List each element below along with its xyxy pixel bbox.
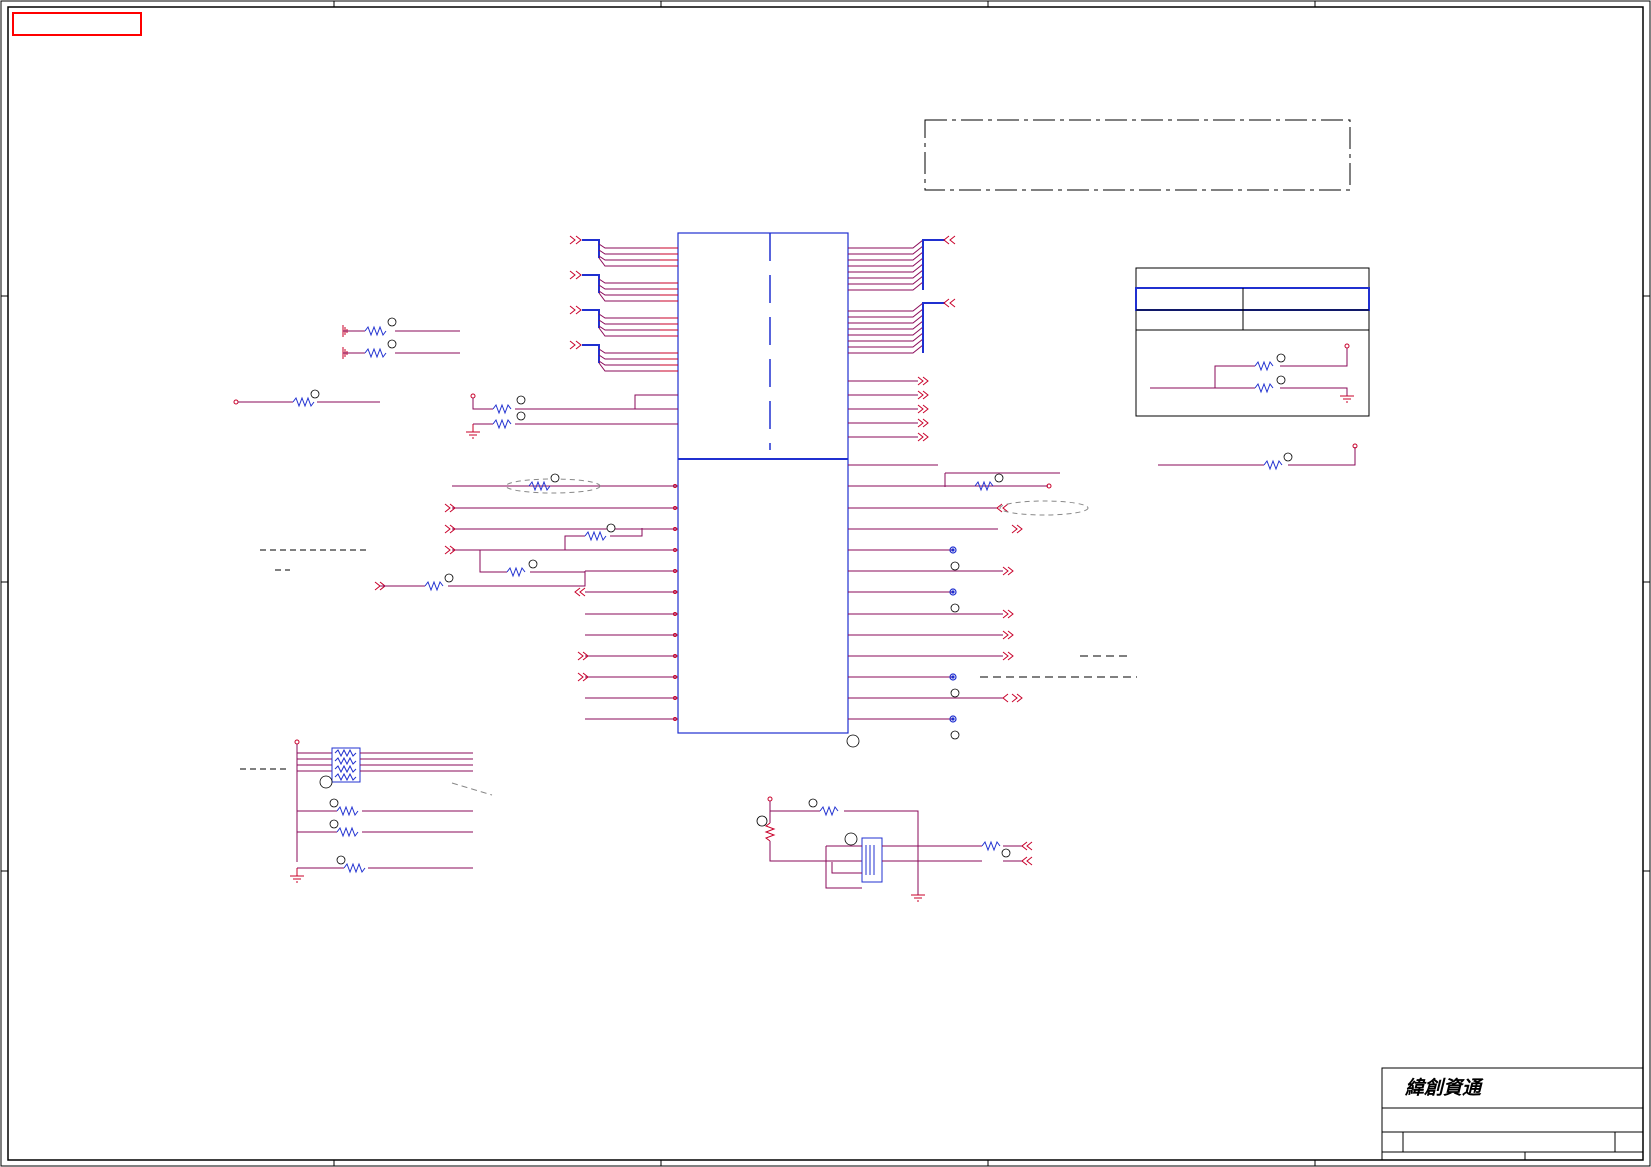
mosfet-circuit bbox=[764, 796, 1033, 902]
right-bus-groups bbox=[848, 235, 956, 354]
schematic-sheet: 緯創資通 bbox=[0, 0, 1651, 1167]
note-box bbox=[924, 119, 1351, 191]
right-lower-pins bbox=[848, 472, 1089, 723]
sheet-frame bbox=[0, 0, 1651, 1167]
highlight-box bbox=[12, 12, 142, 36]
main-ic bbox=[677, 232, 849, 734]
left-bus-groups bbox=[569, 235, 678, 372]
config-table bbox=[1135, 267, 1370, 417]
left-lower-pins bbox=[374, 484, 678, 721]
resistor-array bbox=[240, 739, 493, 883]
company-name: 緯創資通 bbox=[1404, 1077, 1484, 1099]
right-upper-outputs bbox=[848, 376, 938, 466]
ref-badges bbox=[310, 317, 1293, 865]
right-resistor bbox=[1158, 443, 1358, 471]
